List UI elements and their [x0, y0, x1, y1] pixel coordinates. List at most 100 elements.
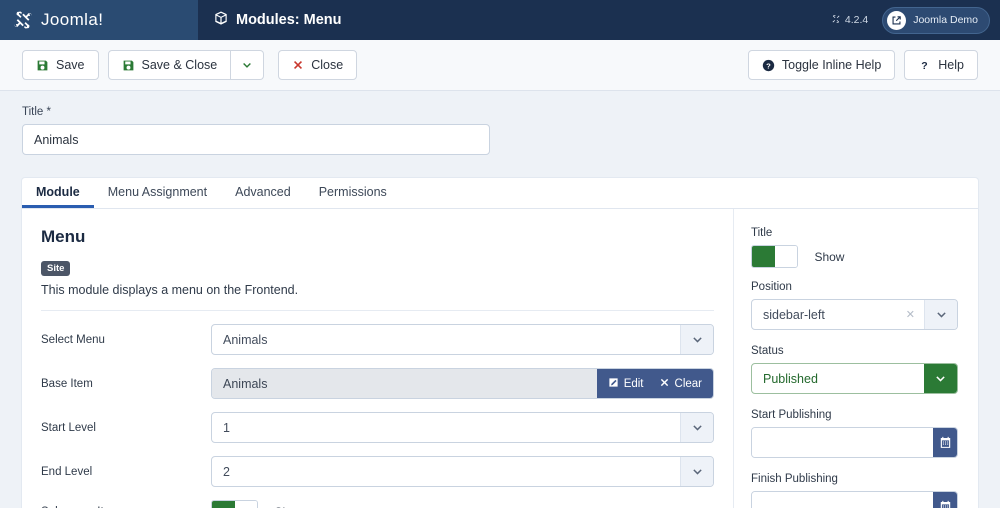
help-button[interactable]: ? Help: [904, 50, 978, 80]
sidebar-title-toggle[interactable]: [751, 245, 798, 268]
end-level-control: 2: [211, 456, 714, 487]
chevron-down-icon[interactable]: [680, 413, 713, 442]
start-level-label: Start Level: [41, 422, 211, 434]
question-circle-icon: ?: [762, 59, 775, 72]
tab-module[interactable]: Module: [22, 178, 94, 208]
tab-menu-assignment[interactable]: Menu Assignment: [94, 178, 221, 208]
sidebar-title-label: Title: [751, 227, 958, 239]
end-level-value: 2: [223, 465, 230, 479]
toggle-off-half: [235, 501, 258, 508]
start-level-control: 1: [211, 412, 714, 443]
chevron-down-icon: [241, 59, 253, 71]
sidebar-finish-publishing-block: Finish Publishing: [751, 473, 958, 508]
times-icon: [292, 59, 304, 71]
tab-advanced[interactable]: Advanced: [221, 178, 305, 208]
finish-publishing-input[interactable]: [752, 492, 933, 508]
toggle-inline-help-button[interactable]: ? Toggle Inline Help: [748, 50, 895, 80]
save-button[interactable]: Save: [22, 50, 99, 80]
module-description: This module displays a menu on the Front…: [41, 283, 733, 297]
sidebar-status-block: Status Published: [751, 345, 958, 394]
end-level-dropdown[interactable]: 2: [211, 456, 714, 487]
brand-name: Joomla!: [41, 10, 103, 30]
status-value: Published: [763, 372, 818, 386]
start-publishing-label: Start Publishing: [751, 409, 958, 421]
external-link-icon: [887, 11, 906, 30]
start-level-value: 1: [223, 421, 230, 435]
start-publishing-field: [751, 427, 958, 458]
save-and-close-button[interactable]: Save & Close: [108, 50, 232, 80]
user-menu-button[interactable]: Joomla Demo: [882, 7, 990, 34]
chevron-down-icon[interactable]: [924, 300, 957, 329]
save-button-label: Save: [56, 58, 85, 72]
module-heading: Menu: [41, 227, 733, 247]
brand-logo-panel[interactable]: Joomla!: [0, 0, 198, 40]
cube-icon: [214, 11, 228, 29]
select-menu-control: Animals: [211, 324, 714, 355]
select-menu-label: Select Menu: [41, 334, 211, 346]
save-close-group: Save & Close: [108, 50, 265, 80]
save-options-dropdown-button[interactable]: [231, 50, 264, 80]
close-button[interactable]: Close: [278, 50, 357, 80]
tab-permissions[interactable]: Permissions: [305, 178, 401, 208]
base-item-control: Animals Edit: [211, 368, 714, 399]
base-item-field: Animals Edit: [211, 368, 714, 399]
help-button-label: Help: [938, 58, 964, 72]
calendar-icon[interactable]: [933, 491, 957, 508]
row-select-menu: Select Menu Animals: [41, 324, 733, 355]
title-label: Title *: [22, 106, 978, 118]
version-indicator: 4.2.4: [831, 14, 868, 27]
version-number: 4.2.4: [845, 14, 868, 26]
row-sub-menu-items: Sub-menu Items Show: [41, 500, 733, 508]
base-item-clear-button[interactable]: Clear: [655, 369, 713, 398]
base-item-edit-label: Edit: [624, 378, 644, 390]
svg-text:?: ?: [766, 61, 771, 70]
sidebar-start-publishing-block: Start Publishing: [751, 409, 958, 458]
calendar-icon[interactable]: [933, 427, 957, 458]
chevron-down-icon[interactable]: [680, 325, 713, 354]
start-publishing-input[interactable]: [752, 428, 933, 457]
times-icon: [659, 377, 670, 391]
floppy-disk-icon: [36, 59, 49, 72]
times-icon[interactable]: ✕: [897, 308, 924, 321]
status-label: Status: [751, 345, 958, 357]
toggle-on-half: [752, 246, 775, 267]
start-level-dropdown[interactable]: 1: [211, 412, 714, 443]
sidebar-title-toggle-block: Title Show: [751, 227, 958, 268]
page-title: Modules: Menu: [214, 11, 342, 29]
base-item-edit-button[interactable]: Edit: [597, 369, 655, 398]
chevron-down-icon[interactable]: [924, 363, 957, 394]
status-badge: Site: [41, 261, 70, 276]
row-end-level: End Level 2: [41, 456, 733, 487]
finish-publishing-field: [751, 491, 958, 508]
status-select[interactable]: Published: [751, 363, 958, 394]
card-body: Menu Site This module displays a menu on…: [22, 209, 978, 508]
tab-permissions-label: Permissions: [319, 185, 387, 199]
tab-menu-assignment-label: Menu Assignment: [108, 185, 207, 199]
sidebar-title-state: Show: [814, 250, 844, 264]
base-item-label: Base Item: [41, 378, 211, 390]
title-field-zone: Title *: [0, 91, 1000, 155]
question-mark-icon: ?: [918, 59, 931, 72]
position-value: sidebar-left: [763, 308, 825, 322]
row-start-level: Start Level 1: [41, 412, 733, 443]
user-name: Joomla Demo: [913, 14, 978, 26]
tab-module-label: Module: [36, 185, 80, 199]
select-menu-dropdown[interactable]: Animals: [211, 324, 714, 355]
end-level-label: End Level: [41, 466, 211, 478]
toggle-inline-help-label: Toggle Inline Help: [782, 58, 881, 72]
tab-advanced-label: Advanced: [235, 185, 291, 199]
module-sidebar-column: Title Show Position sidebar-left ✕: [733, 209, 978, 508]
chevron-down-icon[interactable]: [680, 457, 713, 486]
section-divider: [41, 310, 714, 311]
tab-bar: Module Menu Assignment Advanced Permissi…: [22, 178, 978, 209]
position-select[interactable]: sidebar-left ✕: [751, 299, 958, 330]
page-title-text: Modules: Menu: [236, 12, 342, 28]
select-menu-value: Animals: [223, 333, 267, 347]
floppy-disk-icon: [122, 59, 135, 72]
title-input[interactable]: [22, 124, 490, 155]
joomla-icon: [831, 14, 841, 27]
toggle-on-half: [212, 501, 235, 508]
sub-menu-items-toggle[interactable]: [211, 500, 258, 508]
module-type-badge-wrap: Site: [41, 258, 733, 276]
toggle-off-half: [775, 246, 798, 267]
